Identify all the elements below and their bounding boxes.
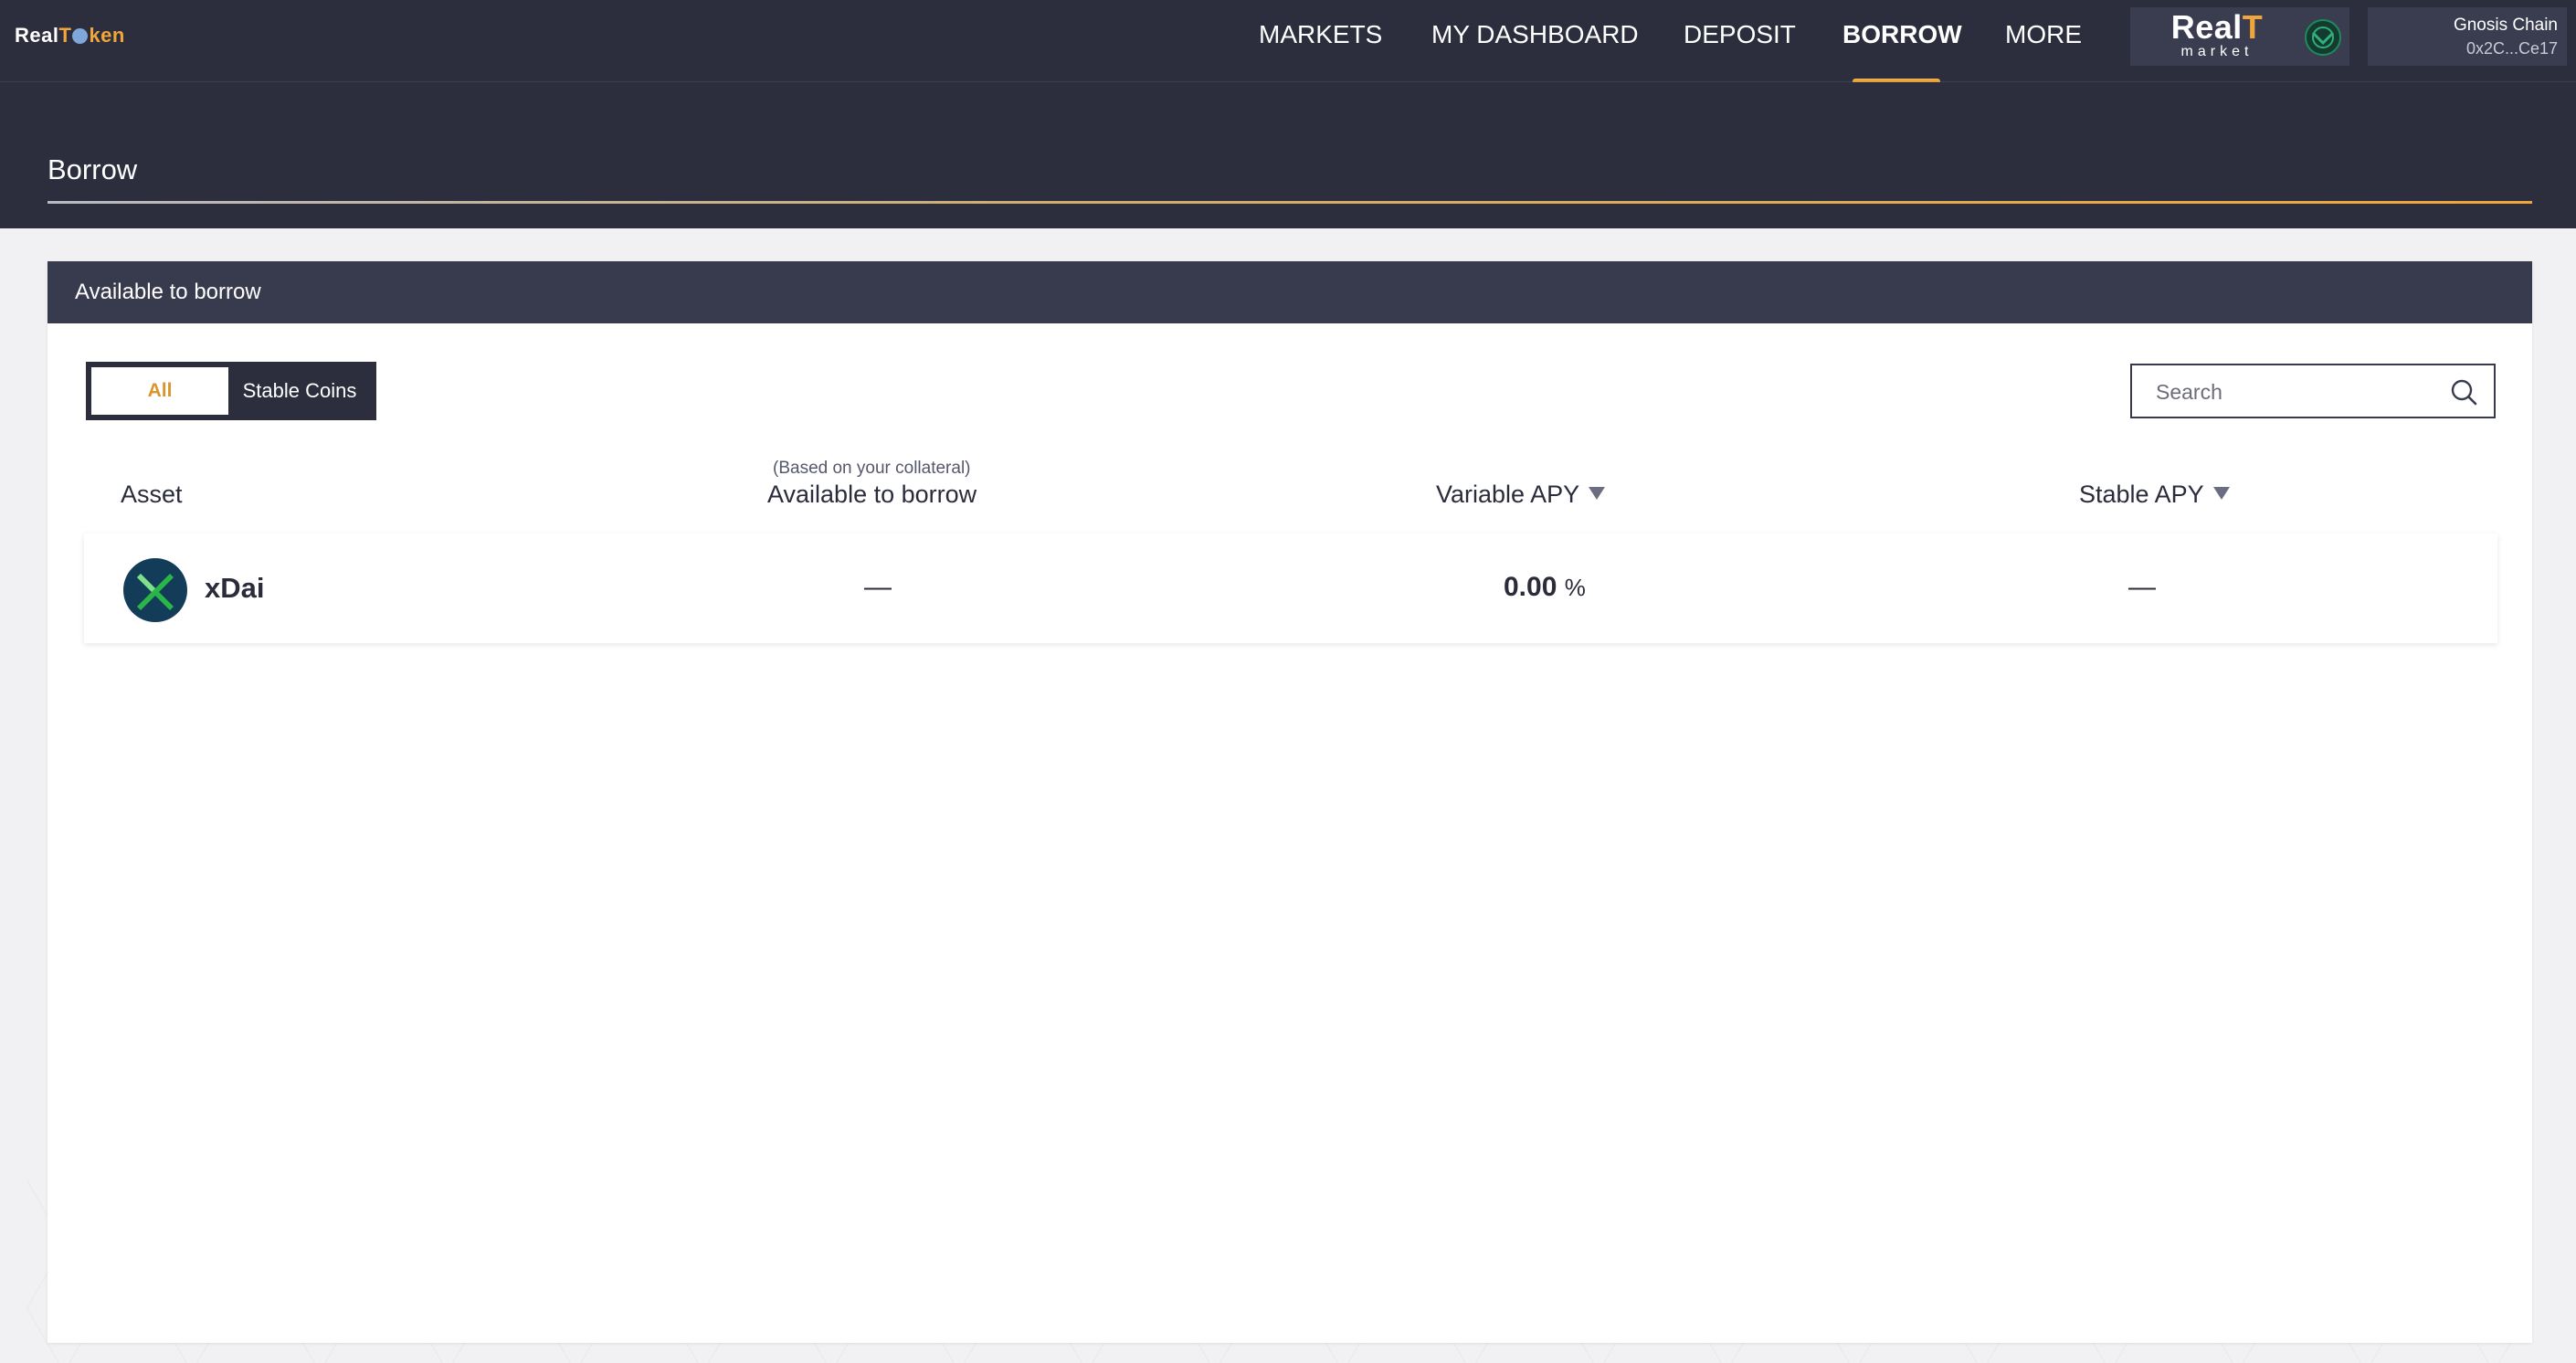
asset-name: xDai <box>205 572 265 604</box>
sort-caret-icon <box>2212 487 2230 500</box>
search-box <box>2130 364 2496 418</box>
realtoken-logo[interactable]: RealT ken <box>15 24 125 48</box>
nav-markets[interactable]: MARKETS <box>1259 20 1382 49</box>
column-variable-apy[interactable]: Variable APY <box>1436 481 1606 509</box>
filter-stable-coins-button[interactable]: Stable Coins <box>228 367 371 415</box>
page-title-band: Borrow <box>0 82 2576 228</box>
xdai-icon <box>123 558 187 622</box>
column-available-subtitle: (Based on your collateral) <box>773 459 971 478</box>
nav-more[interactable]: MORE <box>2005 20 2082 49</box>
available-value: — <box>864 572 892 602</box>
gnosis-chain-icon <box>2305 19 2341 56</box>
card-header: Available to borrow <box>48 261 2532 323</box>
search-icon[interactable] <box>2450 378 2477 406</box>
sort-caret-icon <box>1589 487 1606 500</box>
column-stable-apy[interactable]: Stable APY <box>2079 481 2230 509</box>
search-input[interactable] <box>2156 376 2430 407</box>
wallet-network: Gnosis Chain <box>2453 16 2558 35</box>
nav-deposit[interactable]: DEPOSIT <box>1684 20 1796 49</box>
realt-market-logo: RealT market <box>2170 8 2264 60</box>
table-row[interactable]: xDai — 0.00 % — <box>84 534 2497 643</box>
top-bar: RealT ken MARKETS MY DASHBOARD DEPOSIT BO… <box>0 0 2576 84</box>
wallet-address: 0x2C...Ce17 <box>2465 39 2558 58</box>
asset-filter-toggle: All Stable Coins <box>86 362 376 420</box>
column-asset: Asset <box>121 481 183 508</box>
logo-dot-icon <box>72 28 89 44</box>
nav-borrow[interactable]: BORROW <box>1842 20 1962 49</box>
stable-apy-value: — <box>2128 572 2156 602</box>
title-divider <box>48 201 2532 204</box>
nav-my-dashboard[interactable]: MY DASHBOARD <box>1431 20 1639 49</box>
page-title: Borrow <box>48 153 138 185</box>
wallet-button[interactable]: Gnosis Chain 0x2C...Ce17 <box>2368 7 2567 66</box>
card-header-title: Available to borrow <box>75 280 261 304</box>
filter-all-button[interactable]: All <box>91 367 228 415</box>
variable-apy-value: 0.00 % <box>1504 572 1586 602</box>
realt-market-button[interactable]: RealT market <box>2130 7 2349 66</box>
borrow-card: Available to borrow All Stable Coins Ass… <box>48 261 2532 1343</box>
column-available-to-borrow: Available to borrow <box>767 481 977 508</box>
